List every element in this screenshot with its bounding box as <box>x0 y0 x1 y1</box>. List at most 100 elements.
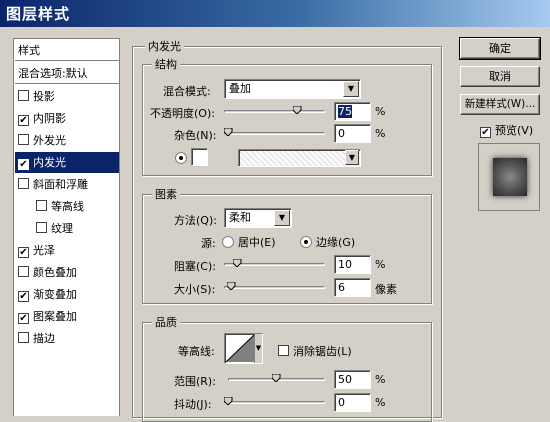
choke-input[interactable]: 10 <box>334 255 371 274</box>
contour-picker[interactable]: ▼ <box>224 333 263 364</box>
blend-mode-label: 混合模式: <box>163 85 211 98</box>
style-item-label: 描边 <box>33 332 55 345</box>
preview-checkbox[interactable]: ✔ <box>480 127 491 138</box>
noise-slider-thumb[interactable] <box>224 128 233 136</box>
style-item[interactable]: ✔ 图案叠加 <box>15 306 119 327</box>
source-center-option[interactable]: 居中(E) <box>222 234 276 250</box>
contour-curve-icon <box>226 335 254 362</box>
contour-label: 等高线: <box>178 345 215 358</box>
style-item-checkbox[interactable]: ✔ <box>18 115 29 126</box>
style-item[interactable]: ✔ 光泽 <box>15 240 119 261</box>
jitter-label: 抖动(J): <box>174 398 212 411</box>
styles-list: 样式 混合选项:默认 投影 ✔ 内阴影外发光 ✔ 内发光斜面和浮雕等高线纹理 ✔ 光泽颜色叠… <box>13 38 120 416</box>
size-unit: 像素 <box>375 283 397 296</box>
noise-slider-track[interactable] <box>224 132 325 135</box>
style-item-label: 渐变叠加 <box>33 288 77 301</box>
style-item-label: 图案叠加 <box>33 310 77 323</box>
method-value: 柔和 <box>229 211 251 224</box>
jitter-slider-thumb[interactable] <box>224 397 233 405</box>
style-item[interactable]: 颜色叠加 <box>15 262 119 283</box>
style-item-checkbox[interactable]: ✔ <box>18 291 29 302</box>
contour-chevron-down-icon[interactable]: ▼ <box>254 334 262 363</box>
size-input[interactable]: 6 <box>334 278 371 297</box>
noise-label: 杂色(N): <box>174 129 217 142</box>
size-slider-thumb[interactable] <box>226 282 236 290</box>
choke-slider-thumb[interactable] <box>233 259 242 267</box>
range-unit: % <box>375 373 386 386</box>
chevron-down-icon[interactable]: ▼ <box>343 81 359 97</box>
window-title: 图层样式 <box>0 0 550 27</box>
method-label: 方法(Q): <box>174 214 217 227</box>
antialias-option[interactable]: 消除锯齿(L) <box>278 343 352 359</box>
opacity-label: 不透明度(O): <box>150 107 215 120</box>
style-item[interactable]: ✔ 内阴影 <box>15 108 119 129</box>
color-mode-radio[interactable] <box>175 152 187 164</box>
source-edge-radio[interactable] <box>300 236 312 248</box>
blend-mode-select[interactable]: 叠加 ▼ <box>224 79 361 99</box>
method-select[interactable]: 柔和 ▼ <box>224 208 292 228</box>
blend-mode-value: 叠加 <box>229 82 251 95</box>
style-item-checkbox[interactable] <box>18 90 29 101</box>
style-item[interactable]: 斜面和浮雕 <box>15 174 119 195</box>
source-label: 源: <box>201 237 216 250</box>
preview-option[interactable]: ✔ 预览(V) <box>480 122 533 138</box>
blend-options-item[interactable]: 混合选项:默认 <box>15 63 119 84</box>
choke-unit: % <box>375 258 386 271</box>
range-label: 范围(R): <box>174 375 216 388</box>
style-item-checkbox[interactable]: ✔ <box>18 313 29 324</box>
style-item-checkbox[interactable]: ✔ <box>18 159 29 170</box>
style-item-label: 外发光 <box>33 134 66 147</box>
style-item-label: 等高线 <box>51 200 84 213</box>
opacity-unit: % <box>375 105 386 118</box>
inner-glow-title: 内发光 <box>145 38 184 54</box>
cancel-button[interactable]: 取消 <box>460 66 540 87</box>
style-item-checkbox[interactable]: ✔ <box>18 247 29 258</box>
style-item-checkbox[interactable] <box>18 332 29 343</box>
size-slider-track[interactable] <box>224 286 325 289</box>
style-item-label: 斜面和浮雕 <box>33 178 88 191</box>
size-label: 大小(S): <box>174 283 216 296</box>
style-item-checkbox[interactable] <box>36 222 47 233</box>
noise-input[interactable]: 0 <box>334 124 371 143</box>
style-item-label: 纹理 <box>51 222 73 235</box>
antialias-checkbox[interactable] <box>278 345 289 356</box>
new-style-button[interactable]: 新建样式(W)... <box>460 94 540 115</box>
style-item[interactable]: 描边 <box>15 328 119 349</box>
range-slider-thumb[interactable] <box>272 374 281 382</box>
jitter-input[interactable]: 0 <box>334 393 371 412</box>
opacity-slider-track[interactable] <box>224 110 325 113</box>
style-item-label: 光泽 <box>33 244 55 257</box>
styles-header[interactable]: 样式 <box>15 40 119 61</box>
style-item[interactable]: ✔ 内发光 <box>15 152 119 173</box>
style-item-label: 内阴影 <box>33 112 66 125</box>
style-item-checkbox[interactable] <box>18 134 29 145</box>
opacity-slider-thumb[interactable] <box>293 106 302 114</box>
range-input[interactable]: 50 <box>334 370 371 389</box>
source-center-radio[interactable] <box>222 236 234 248</box>
style-item-checkbox[interactable] <box>18 266 29 277</box>
style-item[interactable]: 等高线 <box>15 196 119 217</box>
style-item[interactable]: ✔ 渐变叠加 <box>15 284 119 305</box>
opacity-input[interactable]: 75 <box>334 102 371 121</box>
noise-unit: % <box>375 127 386 140</box>
elements-title: 图素 <box>152 186 180 202</box>
glow-color-swatch[interactable] <box>191 148 208 166</box>
method-chevron-down-icon[interactable]: ▼ <box>274 210 290 226</box>
style-item[interactable]: 投影 <box>15 86 119 107</box>
jitter-slider-track[interactable] <box>224 401 325 404</box>
style-item-label: 投影 <box>33 90 55 103</box>
ok-button[interactable]: 确定 <box>459 37 541 60</box>
style-item-label: 内发光 <box>33 156 66 169</box>
style-item[interactable]: 纹理 <box>15 218 119 239</box>
jitter-unit: % <box>375 396 386 409</box>
style-item-checkbox[interactable] <box>36 200 47 211</box>
style-item-label: 颜色叠加 <box>33 266 77 279</box>
source-edge-option[interactable]: 边缘(G) <box>300 234 355 250</box>
style-item[interactable]: 外发光 <box>15 130 119 151</box>
gradient-chevron-down-icon[interactable]: ▼ <box>345 150 359 165</box>
style-item-checkbox[interactable] <box>18 178 29 189</box>
gradient-picker[interactable]: ▼ <box>238 149 361 167</box>
style-preview <box>478 143 540 211</box>
choke-label: 阻塞(C): <box>174 260 216 273</box>
quality-title: 品质 <box>152 314 180 330</box>
